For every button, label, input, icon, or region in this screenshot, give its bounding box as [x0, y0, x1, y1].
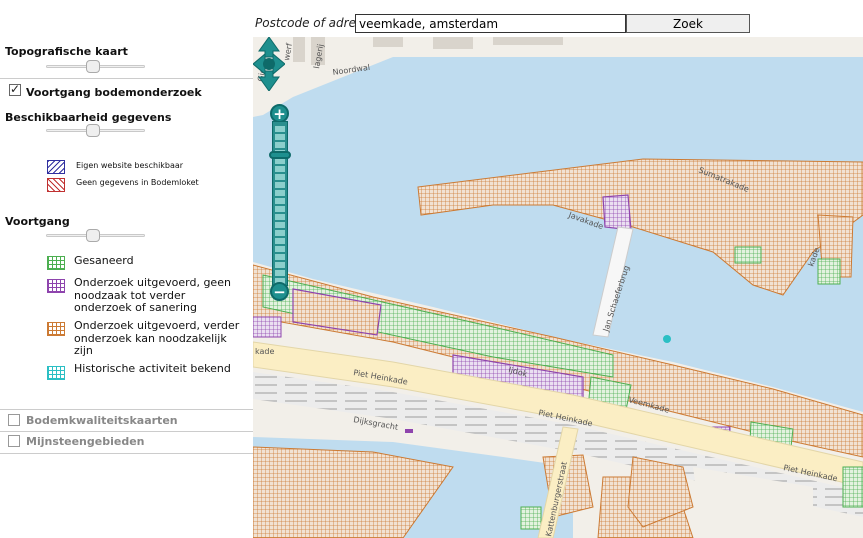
progress-layer-label: Voortgang bodemonderzoek	[26, 86, 202, 99]
zoom-tick[interactable]	[275, 142, 285, 148]
zoom-tick[interactable]	[275, 262, 285, 268]
parcel-purple	[253, 316, 282, 338]
progress-layer-checkbox[interactable]	[9, 82, 21, 96]
soil-quality-maps-checkbox[interactable]	[8, 414, 20, 426]
legend-no-further-investigation: Onderzoek uitgevoerd, geen noodzaak tot …	[74, 276, 231, 314]
pan-control[interactable]	[253, 37, 285, 91]
legend-further-investigation: Onderzoek uitgevoerd, verder onderzoek k…	[74, 319, 240, 357]
map-canvas: Piet Heinkade Piet Heinkade Piet Heinkad…	[253, 37, 863, 538]
zoom-tick[interactable]	[275, 246, 285, 252]
legend-swatch-own-website	[47, 160, 65, 174]
soil-quality-maps-label: Bodemkwaliteitskaarten	[26, 414, 178, 427]
zoom-tick[interactable]	[275, 166, 285, 172]
layer-sidebar: Topografische kaart Voortgang bodemonder…	[0, 37, 253, 538]
map-viewport[interactable]: Piet Heinkade Piet Heinkade Piet Heinkad…	[253, 37, 863, 538]
legend-remediated: Gesaneerd	[74, 254, 134, 267]
zoom-tick[interactable]	[275, 222, 285, 228]
zoom-tick[interactable]	[275, 254, 285, 260]
layer-soil-quality-maps[interactable]: Bodemkwaliteitskaarten	[0, 411, 253, 432]
zoom-tick[interactable]	[275, 230, 285, 236]
zoom-out-button[interactable]: −	[270, 282, 289, 301]
parcel-green	[734, 246, 762, 264]
progress-heading: Voortgang	[5, 215, 70, 228]
pan-up-icon[interactable]	[258, 37, 280, 58]
legend-swatch-further-investigation	[47, 322, 65, 336]
mine-stone-areas-label: Mijnsteengebieden	[26, 435, 145, 448]
pan-center-icon	[263, 58, 275, 70]
legend-no-data: Geen gegevens in Bodemloket	[76, 178, 199, 187]
pan-down-icon[interactable]	[258, 70, 280, 91]
search-label: Postcode of adres	[255, 16, 363, 30]
availability-opacity-slider[interactable]	[46, 124, 145, 137]
topo-opacity-slider[interactable]	[46, 60, 145, 73]
zoom-slider[interactable]	[272, 121, 288, 286]
parcel-purple-small	[405, 429, 413, 433]
zoom-tick[interactable]	[275, 270, 285, 276]
topo-heading: Topografische kaart	[5, 45, 128, 58]
zoom-tick[interactable]	[275, 174, 285, 180]
building	[433, 37, 473, 49]
label-kade-left: kade	[255, 347, 274, 356]
divider	[0, 409, 253, 410]
search-input[interactable]	[355, 14, 626, 33]
zoom-tick[interactable]	[275, 190, 285, 196]
zoom-tick[interactable]	[275, 126, 285, 132]
zoom-tick[interactable]	[275, 182, 285, 188]
divider	[0, 453, 253, 454]
availability-heading: Beschikbaarheid gegevens	[5, 111, 172, 124]
zoom-tick[interactable]	[275, 214, 285, 220]
parcel-green	[520, 506, 542, 530]
zoom-tick[interactable]	[275, 198, 285, 204]
historic-activity-marker[interactable]	[663, 335, 671, 343]
layer-mine-stone-areas[interactable]: Mijnsteengebieden	[0, 432, 253, 453]
divider	[0, 78, 253, 79]
search-button[interactable]: Zoek	[626, 14, 750, 33]
legend-swatch-historic-activity	[47, 366, 65, 380]
zoom-tick[interactable]	[275, 206, 285, 212]
building	[293, 37, 305, 62]
parcel-purple	[602, 194, 632, 231]
legend-swatch-remediated	[47, 256, 65, 270]
slider-thumb[interactable]	[86, 124, 100, 137]
mine-stone-areas-checkbox[interactable]	[8, 435, 20, 447]
legend-swatch-no-further-investigation	[47, 279, 65, 293]
legend-swatch-no-data	[47, 178, 65, 192]
building	[493, 37, 563, 45]
progress-opacity-slider[interactable]	[46, 229, 145, 242]
parcel-green	[817, 258, 841, 285]
building	[373, 37, 403, 47]
search-bar: Postcode of adres Zoek	[253, 14, 863, 34]
zoom-slider-handle[interactable]	[269, 151, 291, 159]
legend-own-website: Eigen website beschikbaar	[76, 161, 184, 170]
slider-thumb[interactable]	[86, 229, 100, 242]
parcel-green	[842, 466, 863, 508]
legend-historic-activity: Historische activiteit bekend	[74, 362, 231, 375]
zoom-tick[interactable]	[275, 134, 285, 140]
slider-thumb[interactable]	[86, 60, 100, 73]
zoom-tick[interactable]	[275, 238, 285, 244]
